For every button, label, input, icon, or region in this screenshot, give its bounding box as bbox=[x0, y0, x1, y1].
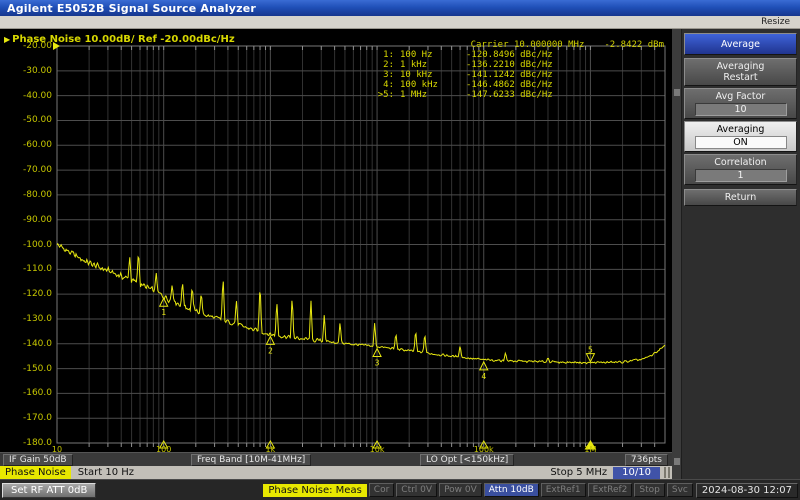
y-axis-label: -110.0 bbox=[2, 264, 52, 274]
measurement-status-badge: Phase Noise: Meas bbox=[263, 484, 366, 497]
menu-bar: Resize bbox=[0, 16, 800, 29]
average-count-badge: 10/10 bbox=[613, 467, 660, 479]
svg-text:4: 4 bbox=[481, 372, 486, 381]
status-indicator-ctrl-0v: Ctrl 0V bbox=[396, 483, 437, 497]
softkey-return[interactable]: Return bbox=[684, 189, 797, 206]
softkey-label: Correlation bbox=[714, 157, 766, 168]
y-axis-label: -70.00 bbox=[2, 165, 52, 175]
marker-frequency: 1 MHz bbox=[400, 90, 464, 100]
marker-value: -146.4862 dBc/Hz bbox=[466, 80, 553, 90]
title-bar[interactable]: Agilent E5052B Signal Source Analyzer bbox=[0, 0, 800, 16]
freq-band-readout: Freq Band [10M-41MHz] bbox=[191, 454, 311, 466]
softkey-menu-title: Average bbox=[684, 33, 797, 55]
y-axis-label: -150.0 bbox=[2, 364, 52, 374]
softkey-label: Return bbox=[725, 192, 757, 203]
status-indicator-attn-10db: Attn 10dB bbox=[484, 483, 539, 497]
softkey-value: 10 bbox=[695, 103, 787, 116]
softkey-value: 1 bbox=[695, 169, 787, 182]
scrollbar-thumb-bottom[interactable] bbox=[674, 458, 680, 465]
y-axis-label: -20.00 bbox=[2, 41, 52, 51]
marker-row: 1: 100 Hz-120.8496 dBc/Hz bbox=[368, 50, 553, 60]
softkey-avg-factor[interactable]: Avg Factor10 bbox=[684, 88, 797, 119]
marker-value: -141.1242 dBc/Hz bbox=[466, 70, 553, 80]
points-readout: 736pts bbox=[625, 454, 668, 466]
main-area: 12345 ▶Phase Noise 10.00dB/ Ref -20.00dB… bbox=[0, 29, 800, 479]
start-frequency-readout: Start 10 Hz bbox=[78, 467, 134, 478]
softkey-averaging[interactable]: AveragingON bbox=[684, 121, 797, 152]
tab-phase-noise[interactable]: Phase Noise bbox=[0, 466, 71, 479]
status-indicator-svc: Svc bbox=[667, 483, 693, 497]
svg-text:2: 2 bbox=[268, 346, 273, 355]
marker-id: 2: bbox=[368, 60, 394, 70]
svg-text:1: 1 bbox=[161, 308, 166, 317]
softkey-label: Averaging bbox=[717, 124, 765, 135]
y-axis-label: -100.0 bbox=[2, 240, 52, 250]
softkey-averaging[interactable]: AveragingRestart bbox=[684, 58, 797, 86]
y-axis-label: -170.0 bbox=[2, 413, 52, 423]
y-axis-label: -130.0 bbox=[2, 314, 52, 324]
carrier-readout: Carrier 10.000000 MHz -2.8422 dBm bbox=[471, 40, 664, 50]
marker-value: -136.2210 dBc/Hz bbox=[466, 60, 553, 70]
status-bar: Set RF ATT 0dB Phase Noise: Meas CorCtrl… bbox=[0, 479, 800, 500]
y-axis-label: -40.00 bbox=[2, 91, 52, 101]
status-indicator-cor: Cor bbox=[369, 483, 395, 497]
softkey-label: Avg Factor bbox=[716, 91, 766, 102]
softkey-value: ON bbox=[695, 136, 787, 149]
y-axis-label: -90.00 bbox=[2, 215, 52, 225]
marker-frequency: 100 kHz bbox=[400, 80, 464, 90]
softkey-correlation[interactable]: Correlation1 bbox=[684, 154, 797, 185]
marker-value: -120.8496 dBc/Hz bbox=[466, 50, 553, 60]
scrollbar-thumb-top[interactable] bbox=[674, 89, 680, 96]
marker-id: 1: bbox=[368, 50, 394, 60]
y-axis-label: -50.00 bbox=[2, 115, 52, 125]
marker-id: >5: bbox=[368, 90, 394, 100]
status-indicator-extref1: ExtRef1 bbox=[541, 483, 586, 497]
svg-text:3: 3 bbox=[375, 359, 380, 368]
softkey-label-line2: Restart bbox=[685, 72, 796, 83]
y-axis-label: -30.00 bbox=[2, 66, 52, 76]
measurement-settings-bar: IF Gain 50dB Freq Band [10M-41MHz] LO Op… bbox=[0, 452, 672, 466]
set-rf-att-button[interactable]: Set RF ATT 0dB bbox=[2, 483, 96, 498]
graph-column: 12345 ▶Phase Noise 10.00dB/ Ref -20.00dB… bbox=[0, 29, 672, 479]
if-gain-readout: IF Gain 50dB bbox=[3, 454, 73, 466]
plot-canvas[interactable]: 12345 bbox=[0, 29, 672, 452]
y-axis-label: -140.0 bbox=[2, 339, 52, 349]
status-indicator-stop: Stop bbox=[634, 483, 664, 497]
resize-button[interactable]: Resize bbox=[761, 17, 790, 27]
marker-row: 3: 10 kHz-141.1242 dBc/Hz bbox=[368, 70, 553, 80]
marker-frequency: 10 kHz bbox=[400, 70, 464, 80]
y-axis-label: -120.0 bbox=[2, 289, 52, 299]
y-axis-label: -60.00 bbox=[2, 140, 52, 150]
marker-frequency: 100 Hz bbox=[400, 50, 464, 60]
y-axis-label: -160.0 bbox=[2, 388, 52, 398]
marker-row: 2: 1 kHz-136.2210 dBc/Hz bbox=[368, 60, 553, 70]
softkey-sidebar: Average AveragingRestartAvg Factor10Aver… bbox=[672, 29, 800, 479]
softkey-scrollbar[interactable] bbox=[672, 29, 682, 479]
marker-value: -147.6233 dBc/Hz bbox=[466, 90, 553, 100]
marker-frequency: 1 kHz bbox=[400, 60, 464, 70]
stop-frequency-readout: Stop 5 MHz bbox=[550, 467, 607, 478]
softkey-label: Averaging bbox=[717, 61, 765, 72]
tab-bar-separator bbox=[664, 467, 670, 478]
marker-table: 1: 100 Hz-120.8496 dBc/Hz 2: 1 kHz-136.2210… bbox=[368, 50, 553, 100]
marker-id: 3: bbox=[368, 70, 394, 80]
carrier-frequency: Carrier 10.000000 MHz bbox=[471, 40, 585, 50]
status-indicator-pow-0v: Pow 0V bbox=[439, 483, 482, 497]
clock-readout: 2024-08-30 12:07 bbox=[696, 483, 798, 498]
measurement-tab-bar: Phase Noise Start 10 Hz Stop 5 MHz 10/10 bbox=[0, 466, 672, 479]
marker-row: >5: 1 MHz-147.6233 dBc/Hz bbox=[368, 90, 553, 100]
carrier-power: -2.8422 dBm bbox=[604, 40, 664, 50]
window-title: Agilent E5052B Signal Source Analyzer bbox=[7, 2, 256, 15]
marker-id: 4: bbox=[368, 80, 394, 90]
marker-row: 4: 100 kHz-146.4862 dBc/Hz bbox=[368, 80, 553, 90]
phase-noise-graph: 12345 ▶Phase Noise 10.00dB/ Ref -20.00dB… bbox=[0, 29, 672, 452]
y-axis-label: -80.00 bbox=[2, 190, 52, 200]
status-indicator-extref2: ExtRef2 bbox=[588, 483, 633, 497]
lo-opt-readout: LO Opt [<150kHz] bbox=[420, 454, 514, 466]
